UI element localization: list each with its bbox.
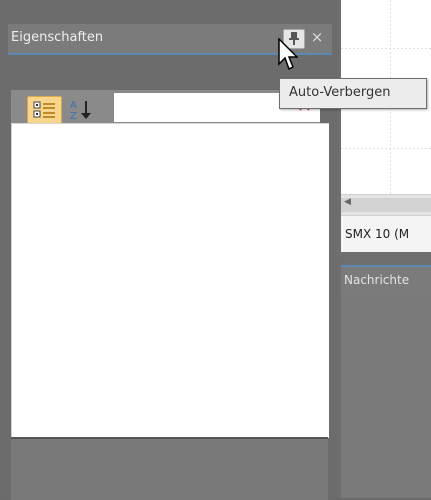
sort-alphabetical-button[interactable]: A Z xyxy=(68,97,100,122)
messages-panel-header[interactable]: Nachrichte xyxy=(341,265,431,297)
properties-title: Eigenschaften xyxy=(11,30,104,45)
document-tab[interactable]: SMX 10 (M xyxy=(341,215,431,252)
sort-alphabetical-icon: A Z xyxy=(70,100,91,122)
properties-panel: Eigenschaften × A Z xyxy=(0,0,337,500)
scrollbar-thumb[interactable] xyxy=(341,198,431,212)
property-description-pane xyxy=(11,437,328,500)
grid-line-horizontal xyxy=(341,48,431,49)
svg-text:Z: Z xyxy=(70,111,77,122)
categorized-view-button[interactable] xyxy=(27,96,62,124)
property-grid[interactable] xyxy=(11,123,329,438)
messages-panel-title: Nachrichte xyxy=(344,273,410,287)
svg-text:A: A xyxy=(70,100,77,111)
scroll-left-icon[interactable]: ◀ xyxy=(344,197,351,207)
horizontal-scrollbar[interactable]: ◀ xyxy=(341,194,431,215)
pin-tooltip: Auto-Verbergen xyxy=(279,78,427,109)
grid-line-horizontal xyxy=(341,148,431,149)
mouse-cursor-icon xyxy=(278,38,298,71)
tooltip-text: Auto-Verbergen xyxy=(289,85,391,100)
document-tab-label: SMX 10 (M xyxy=(345,227,410,241)
close-button[interactable]: × xyxy=(308,27,326,47)
categorized-view-icon xyxy=(33,101,55,118)
messages-panel-body xyxy=(341,295,431,498)
